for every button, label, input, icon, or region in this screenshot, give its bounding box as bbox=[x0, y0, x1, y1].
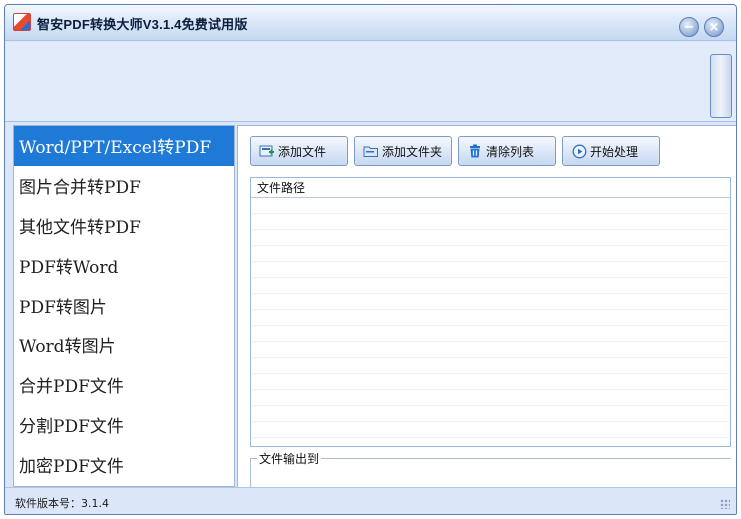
close-icon: × bbox=[708, 19, 720, 35]
sidebar-item-label: Word/PPT/Excel转PDF bbox=[19, 138, 212, 159]
sidebar-item-label: 加密PDF文件 bbox=[19, 456, 124, 477]
version-label: 软件版本号：3.1.4 bbox=[15, 497, 109, 510]
minimize-button[interactable]: − bbox=[679, 17, 699, 37]
file-list[interactable]: 文件路径 bbox=[250, 177, 731, 447]
sidebar-item-encrypt-pdf[interactable]: 加密PDF文件 bbox=[14, 444, 234, 484]
trash-icon bbox=[467, 144, 483, 158]
add-file-button[interactable]: 添加文件 bbox=[250, 136, 348, 166]
list-row-empty bbox=[251, 214, 730, 230]
banner-scroll-handle[interactable] bbox=[710, 54, 732, 118]
start-processing-label: 开始处理 bbox=[590, 144, 639, 159]
resize-grip-icon[interactable] bbox=[720, 499, 730, 509]
banner-area bbox=[5, 42, 736, 122]
sidebar-item-pdf-to-word[interactable]: PDF转Word bbox=[14, 245, 234, 285]
main-window: 智安PDF转换大师V3.1.4免费试用版 − × Word/PPT/Excel转… bbox=[4, 4, 737, 515]
app-logo-icon bbox=[13, 13, 31, 31]
list-row-empty bbox=[251, 342, 730, 358]
list-row-empty bbox=[251, 374, 730, 390]
minimize-icon: − bbox=[683, 19, 695, 35]
title-bar[interactable]: 智安PDF转换大师V3.1.4免费试用版 − × bbox=[5, 5, 736, 41]
sidebar-item-label: 图片合并转PDF bbox=[19, 178, 141, 199]
sidebar-item-label: 其他文件转PDF bbox=[19, 217, 141, 238]
close-button[interactable]: × bbox=[704, 17, 724, 37]
list-row-empty bbox=[251, 406, 730, 422]
list-row-empty bbox=[251, 246, 730, 262]
add-file-icon bbox=[259, 144, 275, 158]
sidebar-item-images-to-pdf[interactable]: 图片合并转PDF bbox=[14, 166, 234, 206]
sidebar-item-office-to-pdf[interactable]: Word/PPT/Excel转PDF bbox=[14, 126, 234, 166]
start-processing-button[interactable]: 开始处理 bbox=[562, 136, 660, 166]
list-row-empty bbox=[251, 262, 730, 278]
sidebar-item-pdf-to-image[interactable]: PDF转图片 bbox=[14, 285, 234, 325]
clear-list-label: 清除列表 bbox=[486, 144, 535, 159]
sidebar-item-merge-pdf[interactable]: 合并PDF文件 bbox=[14, 365, 234, 405]
clear-list-button[interactable]: 清除列表 bbox=[458, 136, 556, 166]
column-header-label: 文件路径 bbox=[257, 181, 306, 195]
sidebar-item-label: Word转图片 bbox=[19, 337, 116, 358]
window-title: 智安PDF转换大师V3.1.4免费试用版 bbox=[37, 17, 248, 32]
output-location-legend: 文件输出到 bbox=[257, 450, 322, 467]
list-row-empty bbox=[251, 278, 730, 294]
play-circle-icon bbox=[571, 144, 587, 158]
list-row-empty bbox=[251, 390, 730, 406]
sidebar-item-word-to-image[interactable]: Word转图片 bbox=[14, 325, 234, 365]
add-folder-icon bbox=[363, 144, 379, 158]
list-row-empty bbox=[251, 326, 730, 342]
status-bar: 软件版本号：3.1.4 bbox=[5, 487, 736, 514]
add-file-label: 添加文件 bbox=[278, 144, 327, 159]
list-row-empty bbox=[251, 310, 730, 326]
sidebar-item-label: 合并PDF文件 bbox=[19, 377, 124, 398]
file-path-column-header[interactable]: 文件路径 bbox=[251, 178, 730, 198]
add-folder-label: 添加文件夹 bbox=[382, 144, 443, 159]
list-row-empty bbox=[251, 198, 730, 214]
sidebar-item-label: PDF转图片 bbox=[19, 297, 107, 318]
function-sidebar: Word/PPT/Excel转PDF 图片合并转PDF 其他文件转PDF PDF… bbox=[13, 125, 235, 487]
sidebar-item-split-pdf[interactable]: 分割PDF文件 bbox=[14, 405, 234, 445]
list-row-empty bbox=[251, 422, 730, 438]
sidebar-item-other-to-pdf[interactable]: 其他文件转PDF bbox=[14, 206, 234, 246]
sidebar-item-label: 分割PDF文件 bbox=[19, 416, 124, 437]
list-row-empty bbox=[251, 294, 730, 310]
main-panel: 添加文件 添加文件夹 清除列表 开始处理 文件路径 文件输出到 bbox=[237, 125, 736, 498]
add-folder-button[interactable]: 添加文件夹 bbox=[354, 136, 452, 166]
list-row-empty bbox=[251, 358, 730, 374]
list-row-empty bbox=[251, 230, 730, 246]
sidebar-item-label: PDF转Word bbox=[19, 257, 119, 278]
